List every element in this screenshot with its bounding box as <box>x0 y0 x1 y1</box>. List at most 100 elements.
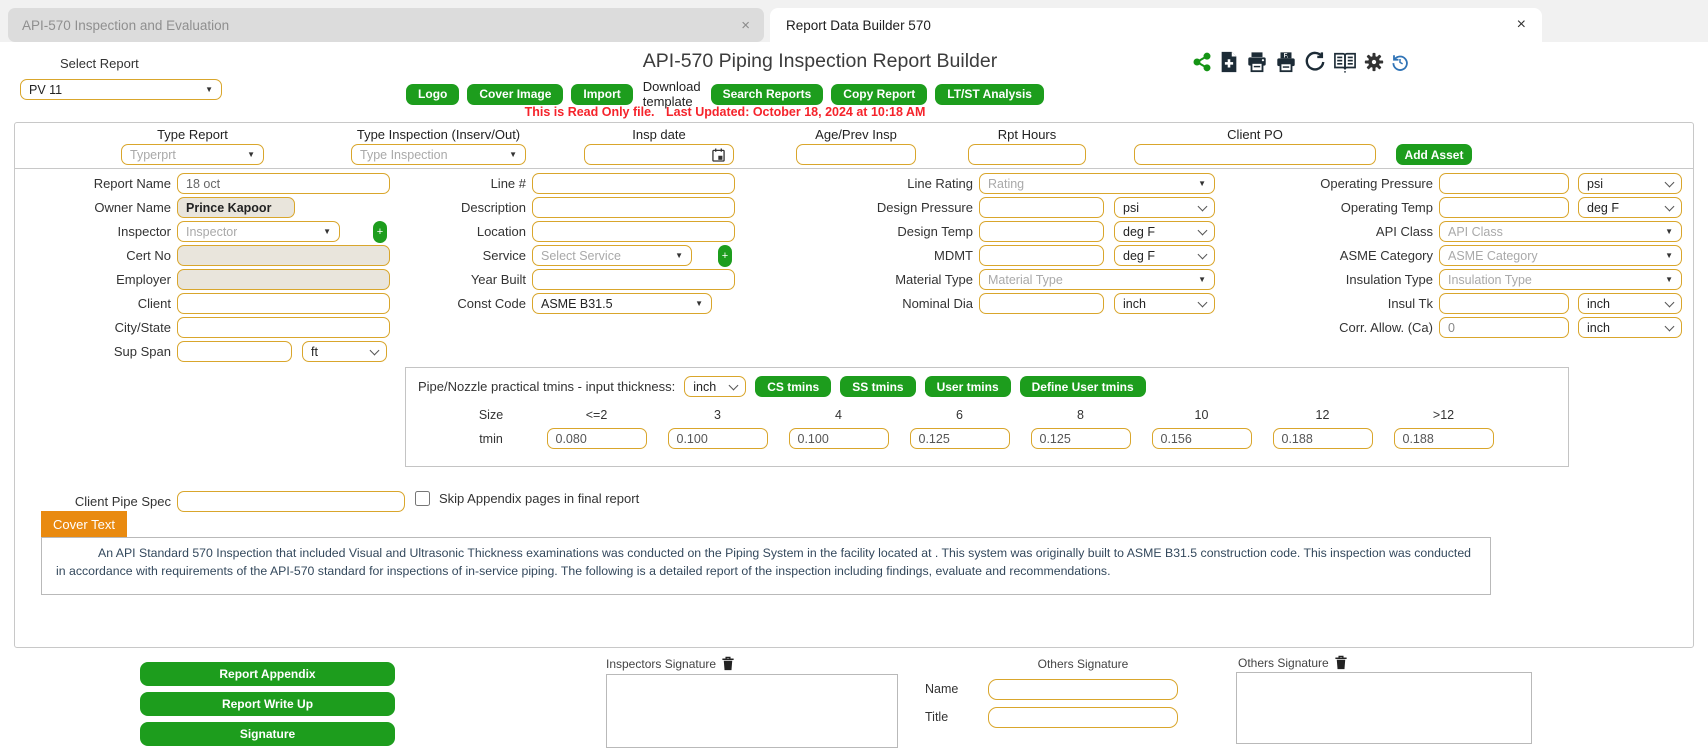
line-input[interactable] <box>532 173 735 194</box>
print-icon[interactable] <box>1246 51 1268 73</box>
inspectors-signature-header: Inspectors Signature <box>606 656 735 671</box>
import-button[interactable]: Import <box>571 84 632 105</box>
api-class-dropdown[interactable]: API Class <box>1439 221 1682 242</box>
inspectors-signature-box[interactable] <box>606 674 898 748</box>
insp-date-input[interactable] <box>584 144 734 165</box>
operating-pressure-input[interactable] <box>1439 173 1569 194</box>
corr-allow-row: Corr. Allow. (Ca) inch <box>1165 317 1685 338</box>
tmin-input[interactable] <box>789 428 889 449</box>
tab-api570-inspection[interactable]: API-570 Inspection and Evaluation × <box>8 8 764 42</box>
others-signature-box[interactable] <box>1236 672 1532 744</box>
search-reports-button[interactable]: Search Reports <box>711 84 824 105</box>
size-col-header: 12 <box>1262 408 1383 422</box>
print-final-icon[interactable]: F. <box>1275 51 1297 73</box>
nominal-dia-input[interactable] <box>979 293 1104 314</box>
calendar-icon[interactable] <box>712 148 725 162</box>
operating-pressure-row: Operating Pressure psi <box>1165 173 1685 194</box>
owner-name-label: Owner Name <box>15 200 171 215</box>
tmins-header: Pipe/Nozzle practical tmins - input thic… <box>406 368 1568 397</box>
asme-category-dropdown[interactable]: ASME Category <box>1439 245 1682 266</box>
cover-image-button[interactable]: Cover Image <box>467 84 563 105</box>
tmin-input[interactable] <box>910 428 1010 449</box>
select-report-dropdown[interactable]: PV 11 <box>20 79 222 100</box>
client-pipe-spec-input[interactable] <box>177 491 405 512</box>
sup-span-input[interactable] <box>177 341 292 362</box>
book-icon[interactable] <box>1333 51 1357 73</box>
design-temp-label: Design Temp <box>715 224 973 239</box>
close-icon[interactable]: × <box>741 17 750 34</box>
tab-report-data-builder[interactable]: Report Data Builder 570 × <box>770 8 1542 42</box>
others-signature-heading: Others Signature <box>988 657 1178 671</box>
operating-temp-unit-select[interactable]: deg F <box>1578 197 1682 218</box>
title-input[interactable] <box>988 707 1178 728</box>
tmin-input[interactable] <box>668 428 768 449</box>
asme-category-label: ASME Category <box>1165 248 1433 263</box>
report-write-up-button[interactable]: Report Write Up <box>140 692 395 716</box>
tmin-input[interactable] <box>1152 428 1252 449</box>
logo-button[interactable]: Logo <box>406 84 459 105</box>
copy-report-button[interactable]: Copy Report <box>831 84 927 105</box>
city-state-input[interactable] <box>177 317 390 338</box>
description-label: Description <box>315 200 526 215</box>
location-input[interactable] <box>532 221 735 242</box>
operating-temp-input[interactable] <box>1439 197 1569 218</box>
sync-icon[interactable] <box>1304 51 1326 73</box>
trash-icon[interactable] <box>1334 655 1348 670</box>
design-temp-input[interactable] <box>979 221 1104 242</box>
user-tmins-button[interactable]: User tmins <box>925 376 1011 397</box>
tmin-input[interactable] <box>1273 428 1373 449</box>
file-add-icon[interactable] <box>1219 51 1239 73</box>
report-form-panel: Type Report Typerprt Type Inspection (In… <box>14 122 1694 648</box>
insul-tk-unit-select[interactable]: inch <box>1578 293 1682 314</box>
tmins-unit-select[interactable]: inch <box>684 376 746 397</box>
sup-span-unit-select[interactable]: ft <box>302 341 387 362</box>
insulation-type-dropdown[interactable]: Insulation Type <box>1439 269 1682 290</box>
nominal-dia-label: Nominal Dia <box>715 296 973 311</box>
service-dropdown[interactable]: Select Service <box>532 245 692 266</box>
corr-allow-unit-select[interactable]: inch <box>1578 317 1682 338</box>
cover-text-badge[interactable]: Cover Text <box>41 511 127 537</box>
report-appendix-button[interactable]: Report Appendix <box>140 662 395 686</box>
ss-tmins-button[interactable]: SS tmins <box>840 376 915 397</box>
signature-button[interactable]: Signature <box>140 722 395 746</box>
design-temp-row: Design Temp deg F <box>715 221 1225 242</box>
rpt-hours-input[interactable] <box>968 144 1086 165</box>
name-label: Name <box>925 682 958 696</box>
corr-allow-input[interactable] <box>1439 317 1569 338</box>
insul-tk-input[interactable] <box>1439 293 1569 314</box>
material-type-label: Material Type <box>715 272 973 287</box>
type-report-label: Type Report <box>157 127 228 142</box>
define-user-tmins-button[interactable]: Define User tmins <box>1020 376 1146 397</box>
type-inspection-dropdown[interactable]: Type Inspection <box>351 144 526 165</box>
ltst-analysis-button[interactable]: LT/ST Analysis <box>935 84 1044 105</box>
tmin-input[interactable] <box>547 428 647 449</box>
operating-pressure-unit-select[interactable]: psi <box>1578 173 1682 194</box>
insulation-type-row: Insulation Type Insulation Type <box>1165 269 1685 290</box>
client-label: Client <box>15 296 171 311</box>
mdmt-input[interactable] <box>979 245 1104 266</box>
gear-icon[interactable] <box>1364 52 1384 72</box>
name-input[interactable] <box>988 679 1178 700</box>
design-pressure-input[interactable] <box>979 197 1104 218</box>
close-icon[interactable]: × <box>1517 16 1526 34</box>
inspector-label: Inspector <box>15 224 171 239</box>
service-label: Service <box>315 248 526 263</box>
cover-text-box[interactable]: An API Standard 570 Inspection that incl… <box>41 537 1491 595</box>
type-inspection-field: Type Inspection (Inserv/Out) Type Inspec… <box>351 127 526 165</box>
tmin-input[interactable] <box>1394 428 1494 449</box>
share-icon[interactable] <box>1192 52 1212 72</box>
tmin-input[interactable] <box>1031 428 1131 449</box>
client-po-input[interactable] <box>1134 144 1376 165</box>
history-icon[interactable] <box>1391 53 1409 71</box>
type-report-dropdown[interactable]: Typerprt <box>121 144 264 165</box>
age-prev-input[interactable] <box>796 144 916 165</box>
add-asset-button[interactable]: Add Asset <box>1396 144 1472 165</box>
report-name-label: Report Name <box>15 176 171 191</box>
owner-name-input[interactable] <box>177 197 295 218</box>
const-code-dropdown[interactable]: ASME B31.5 <box>532 293 712 314</box>
trash-icon[interactable] <box>721 656 735 671</box>
year-built-input[interactable] <box>532 269 735 290</box>
skip-appendix-checkbox[interactable] <box>415 491 430 506</box>
description-input[interactable] <box>532 197 735 218</box>
cs-tmins-button[interactable]: CS tmins <box>755 376 831 397</box>
